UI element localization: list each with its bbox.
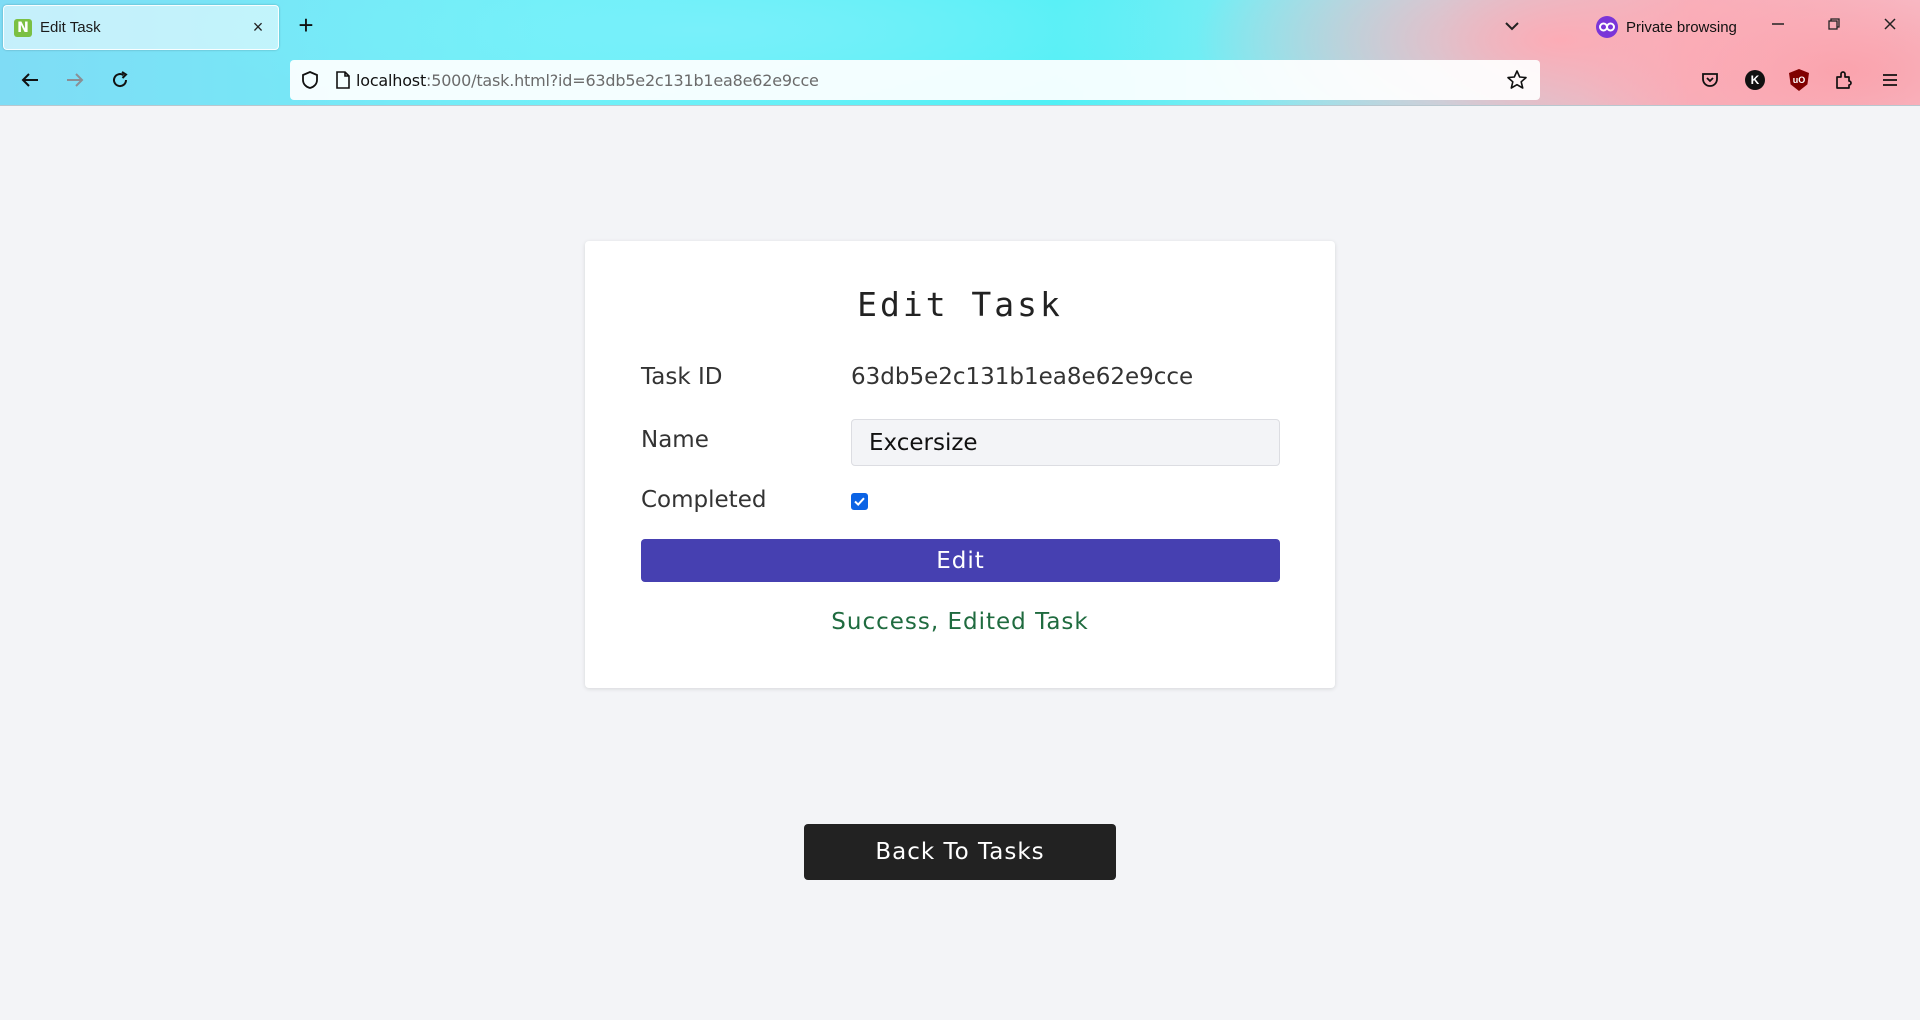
restore-icon[interactable]	[1822, 12, 1846, 36]
tab-close-icon[interactable]: ×	[248, 17, 268, 38]
back-to-tasks-button[interactable]: Back To Tasks	[804, 824, 1116, 880]
page-info-icon[interactable]	[334, 70, 352, 95]
tab-title: Edit Task	[40, 19, 101, 36]
minimize-icon[interactable]	[1766, 12, 1790, 36]
back-icon[interactable]	[16, 66, 44, 94]
task-id-value: 63db5e2c131b1ea8e62e9cce	[851, 364, 1194, 390]
task-id-label: Task ID	[641, 364, 723, 390]
success-message: Success, Edited Task	[831, 609, 1089, 635]
site-favicon-icon: N	[14, 18, 32, 37]
reload-icon[interactable]	[106, 66, 134, 94]
address-bar[interactable]: localhost:5000/task.html?id=63db5e2c131b…	[290, 60, 1540, 100]
k-extension-badge: K	[1745, 70, 1765, 90]
private-browsing-label: Private browsing	[1626, 18, 1737, 36]
url-text[interactable]: localhost:5000/task.html?id=63db5e2c131b…	[356, 71, 819, 90]
edit-button[interactable]: Edit	[641, 539, 1280, 582]
name-label: Name	[641, 427, 709, 453]
list-all-tabs-icon[interactable]	[1500, 14, 1524, 38]
checkmark-icon	[854, 497, 865, 507]
url-path: :5000/task.html?id=63db5e2c131b1ea8e62e9…	[426, 70, 819, 90]
menu-icon[interactable]	[1876, 66, 1904, 94]
new-tab-button[interactable]: +	[292, 12, 320, 40]
url-host: localhost	[356, 70, 427, 90]
bookmark-star-icon[interactable]	[1506, 69, 1528, 96]
ublock-icon[interactable]: uO	[1785, 66, 1813, 94]
forward-icon[interactable]	[61, 66, 89, 94]
private-mask-icon	[1596, 16, 1618, 38]
private-browsing-indicator: Private browsing	[1596, 16, 1737, 38]
k-extension-icon[interactable]: K	[1741, 66, 1769, 94]
browser-chrome: N Edit Task × + Private browsing localho…	[0, 0, 1920, 106]
tracking-protection-shield-icon[interactable]	[300, 70, 320, 95]
page-title: Edit Task	[857, 285, 1063, 324]
completed-checkbox[interactable]	[851, 493, 868, 510]
completed-label: Completed	[641, 487, 767, 513]
name-input[interactable]	[851, 419, 1280, 466]
ublock-badge: uO	[1789, 69, 1809, 91]
pocket-icon[interactable]	[1696, 66, 1724, 94]
edit-task-card: Edit Task Task ID 63db5e2c131b1ea8e62e9c…	[585, 241, 1335, 688]
close-window-icon[interactable]	[1878, 12, 1902, 36]
extensions-icon[interactable]	[1830, 66, 1858, 94]
tab-edit-task[interactable]: N Edit Task ×	[3, 5, 279, 50]
